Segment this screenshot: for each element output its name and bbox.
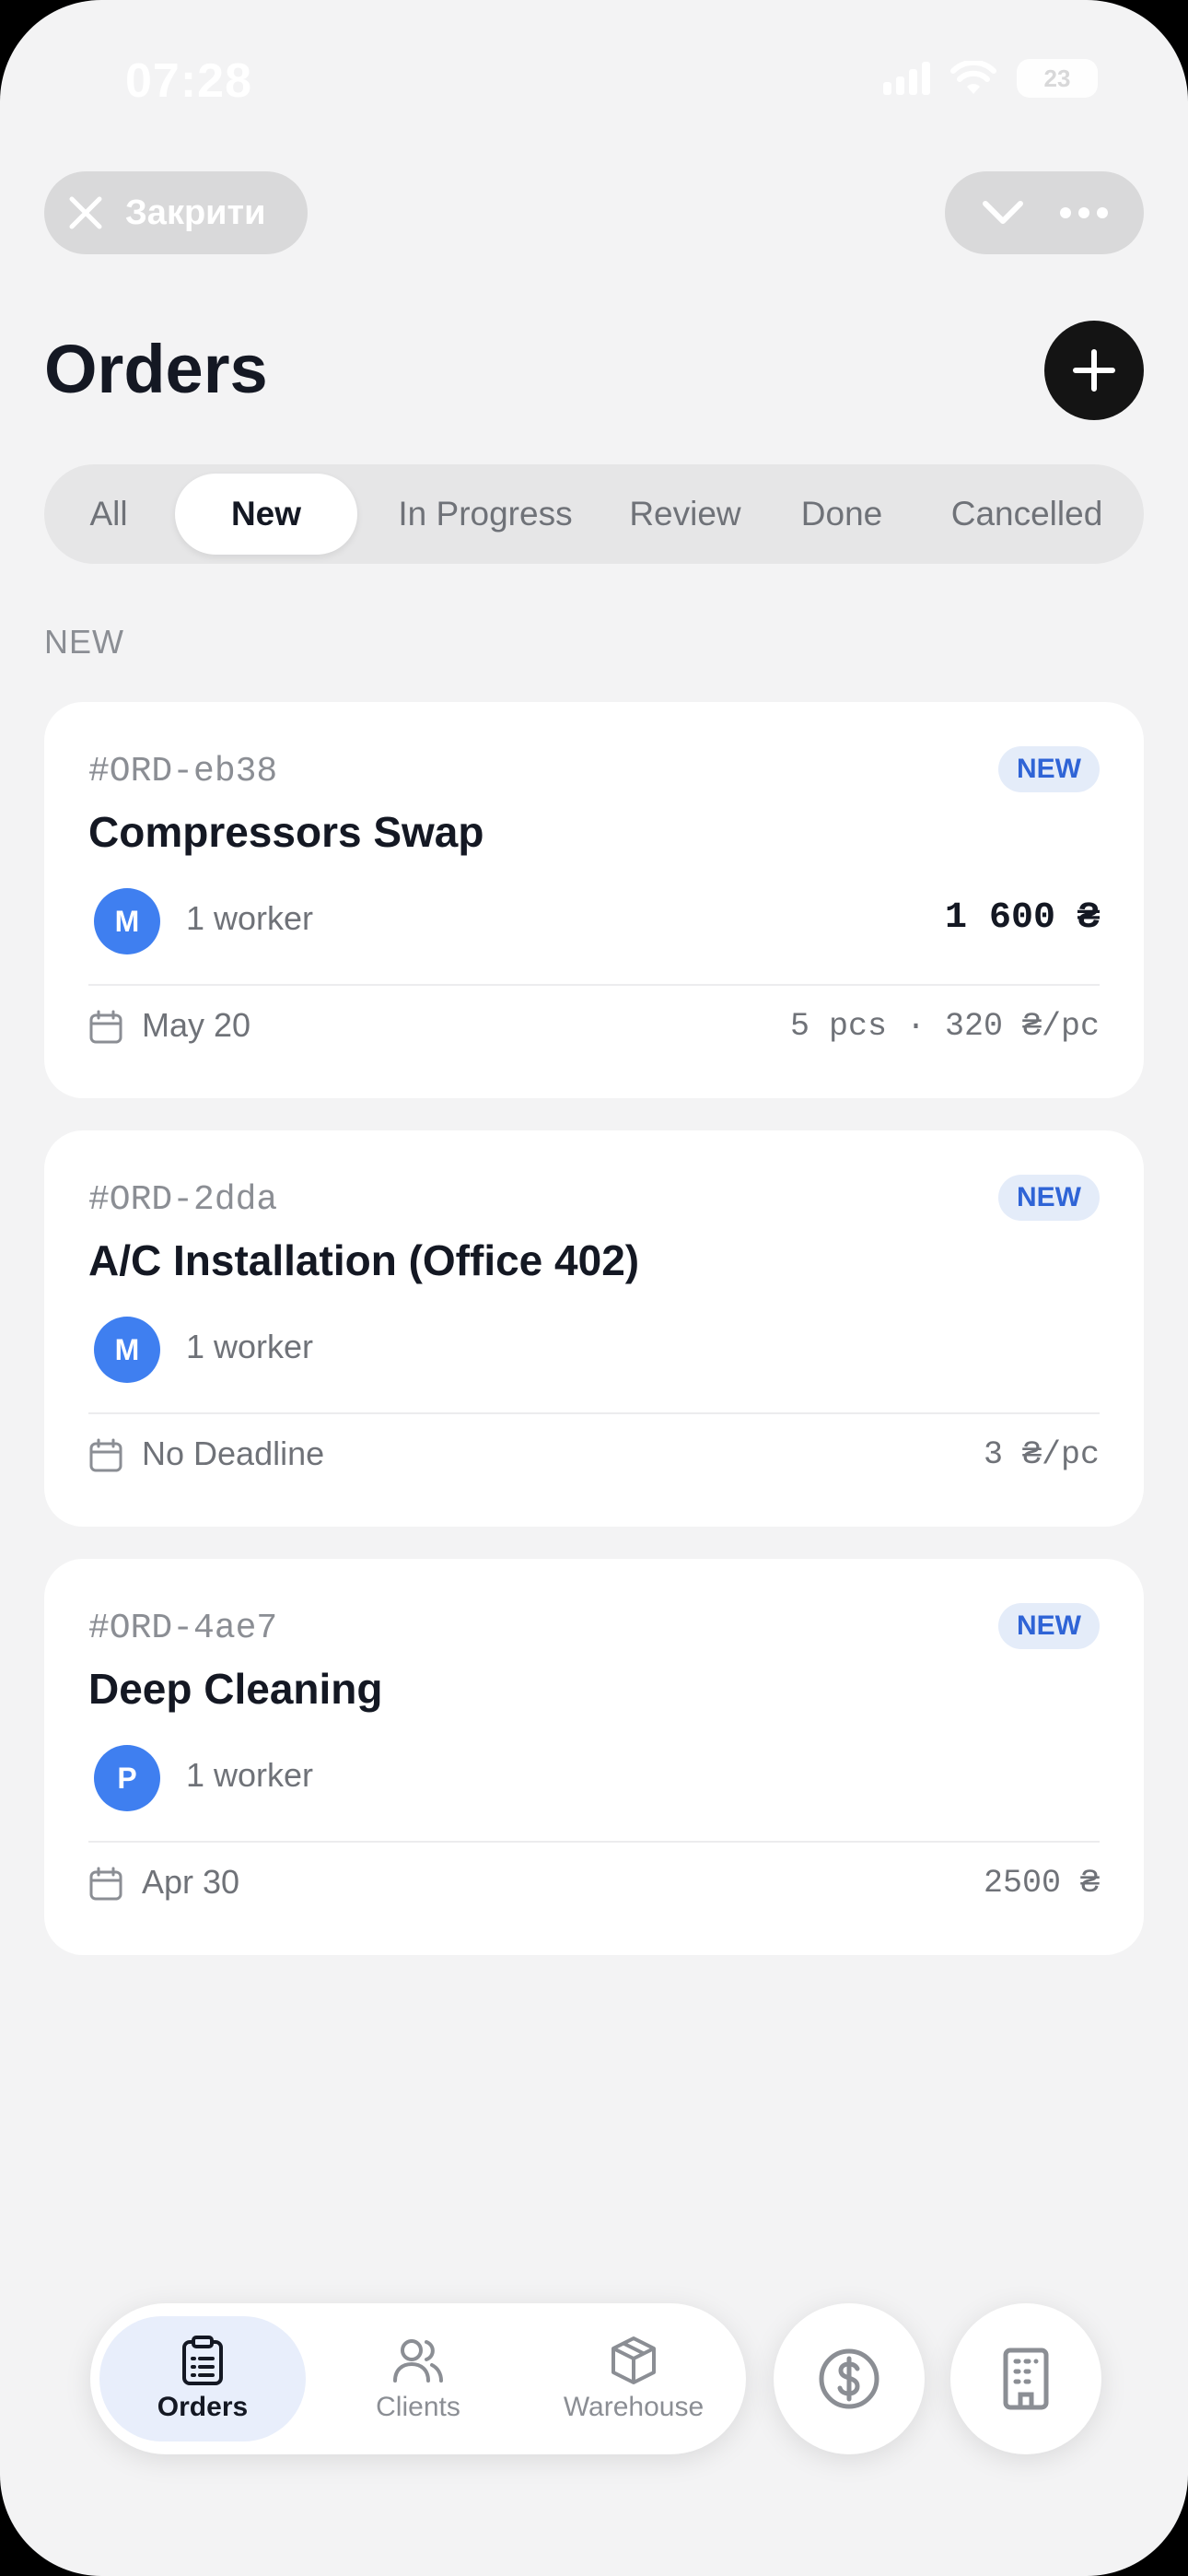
avatar: M bbox=[94, 888, 160, 954]
page-title: Orders bbox=[44, 331, 268, 407]
order-quantity-price: 5 pcs · 320 ₴/pc bbox=[789, 1008, 1100, 1045]
close-button[interactable]: Закрити bbox=[44, 171, 308, 254]
app-screen: 07:28 23 Закрити Orders All New In Progr… bbox=[0, 0, 1188, 2576]
status-badge: NEW bbox=[998, 746, 1100, 792]
close-icon bbox=[69, 196, 102, 229]
clipboard-icon bbox=[182, 2336, 223, 2385]
order-card[interactable]: #ORD-2dda NEW A/C Installation (Office 4… bbox=[44, 1130, 1144, 1527]
users-icon bbox=[393, 2339, 443, 2383]
order-title: A/C Installation (Office 402) bbox=[88, 1236, 640, 1284]
order-quantity-price: 2500 ₴ bbox=[983, 1865, 1100, 1902]
tab-new[interactable]: New bbox=[175, 474, 357, 555]
finance-button[interactable] bbox=[774, 2303, 925, 2454]
tab-cancelled[interactable]: Cancelled bbox=[923, 474, 1131, 555]
battery-icon: 23 bbox=[1017, 59, 1098, 98]
tab-all[interactable]: All bbox=[59, 474, 158, 555]
status-filter-tabs: All New In Progress Review Done Cancelle… bbox=[44, 464, 1144, 564]
status-badge: NEW bbox=[998, 1603, 1100, 1649]
order-code: #ORD-2dda bbox=[88, 1180, 278, 1220]
tab-review[interactable]: Review bbox=[608, 474, 763, 555]
worker-count: 1 worker bbox=[186, 1756, 314, 1794]
order-title: Compressors Swap bbox=[88, 808, 484, 856]
cellular-signal-icon bbox=[883, 62, 930, 95]
avatar: M bbox=[94, 1317, 160, 1383]
status-indicators: 23 bbox=[883, 59, 1098, 98]
battery-level: 23 bbox=[1043, 64, 1071, 92]
dollar-icon bbox=[819, 2348, 879, 2409]
section-label: NEW bbox=[44, 623, 124, 661]
plus-icon bbox=[1073, 349, 1115, 392]
order-card[interactable]: #ORD-eb38 NEW Compressors Swap M 1 worke… bbox=[44, 702, 1144, 1098]
order-code: #ORD-4ae7 bbox=[88, 1609, 278, 1648]
worker-count: 1 worker bbox=[186, 1328, 314, 1365]
order-total: 1 600 ₴ bbox=[944, 897, 1100, 939]
order-date: No Deadline bbox=[142, 1434, 325, 1472]
calendar-icon bbox=[89, 1438, 122, 1472]
calendar-icon bbox=[89, 1867, 122, 1901]
tab-in-progress[interactable]: In Progress bbox=[367, 474, 604, 555]
order-date: Apr 30 bbox=[142, 1863, 240, 1901]
avatar: P bbox=[94, 1745, 160, 1811]
nav-item-warehouse[interactable]: Warehouse bbox=[530, 2316, 737, 2441]
bottom-nav: Orders Clients Warehouse bbox=[90, 2303, 746, 2454]
add-order-button[interactable] bbox=[1044, 321, 1144, 420]
order-title: Deep Cleaning bbox=[88, 1665, 383, 1713]
divider bbox=[88, 984, 1100, 986]
nav-label-orders: Orders bbox=[157, 2392, 249, 2422]
worker-count: 1 worker bbox=[186, 899, 314, 937]
nav-item-orders[interactable]: Orders bbox=[99, 2316, 306, 2441]
status-badge: NEW bbox=[998, 1175, 1100, 1221]
box-icon bbox=[611, 2336, 656, 2384]
order-date: May 20 bbox=[142, 1006, 251, 1044]
nav-label-clients: Clients bbox=[376, 2392, 460, 2422]
order-card[interactable]: #ORD-4ae7 NEW Deep Cleaning P 1 worker A… bbox=[44, 1559, 1144, 1955]
order-quantity-price: 3 ₴/pc bbox=[983, 1436, 1100, 1473]
wifi-icon bbox=[950, 61, 996, 94]
chevron-down-icon[interactable] bbox=[980, 194, 1026, 231]
status-time: 07:28 bbox=[125, 54, 252, 108]
divider bbox=[88, 1841, 1100, 1843]
tab-done[interactable]: Done bbox=[772, 474, 912, 555]
company-button[interactable] bbox=[950, 2303, 1101, 2454]
more-options-icon[interactable] bbox=[1058, 204, 1110, 222]
divider bbox=[88, 1412, 1100, 1414]
building-icon bbox=[1003, 2348, 1049, 2410]
nav-label-warehouse: Warehouse bbox=[563, 2392, 705, 2422]
calendar-icon bbox=[89, 1010, 122, 1044]
header-menu-group bbox=[945, 171, 1144, 254]
nav-item-clients[interactable]: Clients bbox=[315, 2316, 521, 2441]
close-button-label: Закрити bbox=[125, 193, 266, 232]
order-code: #ORD-eb38 bbox=[88, 752, 278, 791]
